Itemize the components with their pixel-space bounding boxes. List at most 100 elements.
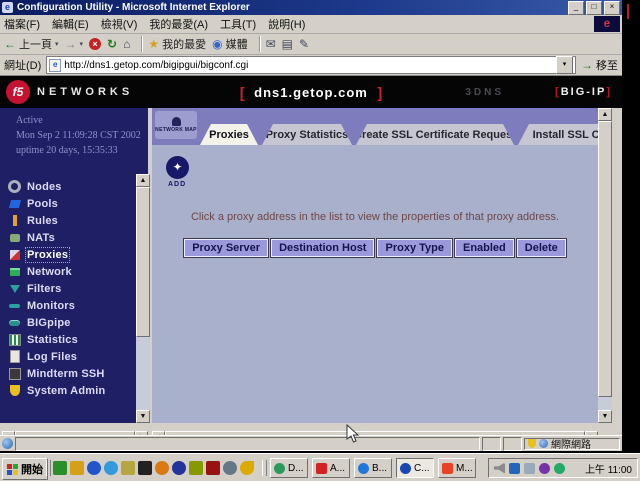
menu-tools[interactable]: 工具(T)	[220, 16, 256, 32]
sidebar-item-monitors[interactable]: Monitors	[8, 297, 134, 314]
start-label: 開始	[21, 461, 43, 477]
menu-edit[interactable]: 編輯(E)	[52, 16, 89, 32]
navigation-toolbar: ← 上一頁 ▾ → ▾ × ↻ ⌂ ★ 我的最愛 ◉ 媒體 ✉	[0, 34, 622, 55]
sidebar-item-network[interactable]: Network	[8, 263, 134, 280]
sidebar-item-nats[interactable]: NATs	[8, 229, 134, 246]
forward-dropdown-icon[interactable]: ▾	[80, 40, 84, 48]
main-scrollbar[interactable]: ▲ ▼	[598, 108, 612, 423]
bigpipe-icon	[8, 316, 21, 329]
media-label: 媒體	[226, 36, 248, 52]
quicklaunch-icon-10[interactable]	[206, 461, 220, 475]
sidebar-item-statistics[interactable]: Statistics	[8, 331, 134, 348]
taskbar-window-button-3[interactable]: B...	[354, 458, 392, 478]
sidebar-item-proxies[interactable]: Proxies	[8, 246, 134, 263]
url-dropdown-icon[interactable]: ▾	[556, 56, 573, 74]
close-button[interactable]: ×	[604, 1, 620, 15]
sidebar-item-pools[interactable]: Pools	[8, 195, 134, 212]
forward-button[interactable]: → ▾	[65, 37, 84, 51]
add-button[interactable]: ✦	[166, 156, 189, 179]
taskbar-window-button-1[interactable]: D...	[270, 458, 308, 478]
tab-install-ssl-certificate[interactable]: Install SSL Certifi	[518, 124, 598, 145]
print-button[interactable]: ▤	[282, 37, 293, 51]
go-arrow-icon: →	[581, 58, 593, 72]
quicklaunch-icon-11[interactable]	[223, 461, 237, 475]
tab-create-ssl-certificate-request[interactable]: Create SSL Certificate Request	[356, 124, 514, 145]
quicklaunch-icon-2[interactable]	[70, 461, 84, 475]
scrollbar-thumb[interactable]	[598, 121, 612, 397]
menu-help[interactable]: 說明(H)	[268, 16, 305, 32]
clock[interactable]: 上午 11:00	[585, 461, 632, 476]
header-proxy-server: Proxy Server	[184, 239, 268, 257]
scroll-up-icon[interactable]: ▲	[598, 108, 612, 121]
network-map-icon	[172, 117, 181, 126]
sidebar-item-label: Monitors	[27, 300, 75, 312]
display-icon[interactable]	[509, 463, 520, 474]
rules-icon	[8, 214, 21, 227]
taskbar-window-button-4[interactable]: C...	[396, 458, 434, 478]
status-state: Active	[16, 113, 141, 128]
menu-favorites[interactable]: 我的最愛(A)	[149, 16, 208, 32]
url-text[interactable]: http://dns1.getop.com/bigipgui/bigconf.c…	[64, 60, 553, 71]
toolbar-separator	[141, 36, 143, 52]
scroll-down-icon[interactable]: ▼	[136, 410, 150, 423]
start-button[interactable]: 開始	[2, 458, 48, 480]
edit-icon: ✎	[299, 37, 309, 51]
window-button-label: C...	[414, 463, 430, 474]
quicklaunch-icon-3[interactable]	[87, 461, 101, 475]
favorites-star-icon: ★	[148, 37, 159, 51]
stop-button[interactable]: ×	[89, 38, 101, 50]
scroll-down-icon[interactable]: ▼	[598, 410, 612, 423]
go-button[interactable]: → 移至	[581, 57, 618, 73]
sidebar-item-bigpipe[interactable]: BIGpipe	[8, 314, 134, 331]
quicklaunch-icon-12[interactable]	[240, 461, 254, 475]
sidebar-item-nodes[interactable]: Nodes	[8, 178, 134, 195]
taskbar-window-button-5[interactable]: M...	[438, 458, 476, 478]
sidebar-item-filters[interactable]: Filters	[8, 280, 134, 297]
tray-updater-icon[interactable]	[554, 463, 565, 474]
bracket-left: [	[240, 85, 245, 102]
tab-proxies[interactable]: Proxies	[200, 124, 258, 145]
header-proxy-type: Proxy Type	[377, 239, 452, 257]
mail-button[interactable]: ✉	[266, 37, 276, 51]
scroll-up-icon[interactable]: ▲	[136, 174, 150, 187]
tab-proxy-statistics[interactable]: Proxy Statistics	[262, 124, 352, 145]
sidebar-item-label: Network	[27, 266, 72, 278]
refresh-button[interactable]: ↻	[107, 37, 117, 51]
quicklaunch-icon-1[interactable]	[53, 461, 67, 475]
maximize-button[interactable]: □	[586, 1, 602, 15]
network-map-label: NETWORK MAP	[155, 127, 197, 133]
tray-app-icon[interactable]	[539, 463, 550, 474]
menu-view[interactable]: 檢視(V)	[101, 16, 138, 32]
volume-icon[interactable]	[494, 463, 505, 474]
sidebar-item-system-admin[interactable]: System Admin	[8, 382, 134, 399]
sidebar-item-mindterm-ssh[interactable]: Mindterm SSH	[8, 365, 134, 382]
network-status-icon[interactable]	[524, 463, 535, 474]
quicklaunch-icon-6[interactable]	[138, 461, 152, 475]
instruction-text: Click a proxy address in the list to vie…	[152, 211, 598, 223]
quicklaunch-icon-9[interactable]	[189, 461, 203, 475]
network-map-button[interactable]: NETWORK MAP	[155, 111, 197, 139]
minimize-button[interactable]: _	[568, 1, 584, 15]
url-input[interactable]: e http://dns1.getop.com/bigipgui/bigconf…	[46, 56, 576, 74]
quicklaunch-icon-8[interactable]	[172, 461, 186, 475]
home-button[interactable]: ⌂	[123, 37, 130, 51]
window-app-icon	[274, 463, 285, 474]
app-icon: e	[2, 2, 13, 13]
back-button[interactable]: ← 上一頁 ▾	[4, 36, 59, 52]
media-button[interactable]: ◉ 媒體	[212, 36, 247, 52]
sidebar-scrollbar[interactable]: ▲ ▼	[136, 174, 150, 423]
back-dropdown-icon[interactable]: ▾	[55, 40, 59, 48]
menu-file[interactable]: 檔案(F)	[4, 16, 40, 32]
edit-button[interactable]: ✎	[299, 37, 309, 51]
quicklaunch-icon-7[interactable]	[155, 461, 169, 475]
back-label: 上一頁	[19, 36, 52, 52]
favorites-button[interactable]: ★ 我的最愛	[148, 36, 206, 52]
quicklaunch-icon-4[interactable]	[104, 461, 118, 475]
scrollbar-thumb[interactable]	[136, 187, 150, 337]
sidebar-item-logfiles[interactable]: Log Files	[8, 348, 134, 365]
taskbar-window-button-2[interactable]: A...	[312, 458, 350, 478]
quicklaunch-icon-5[interactable]	[121, 461, 135, 475]
sidebar-item-rules[interactable]: Rules	[8, 212, 134, 229]
title-bar: e Configuration Utility - Microsoft Inte…	[0, 0, 622, 15]
proxies-panel: ✦ ADD Click a proxy address in the list …	[152, 145, 598, 423]
